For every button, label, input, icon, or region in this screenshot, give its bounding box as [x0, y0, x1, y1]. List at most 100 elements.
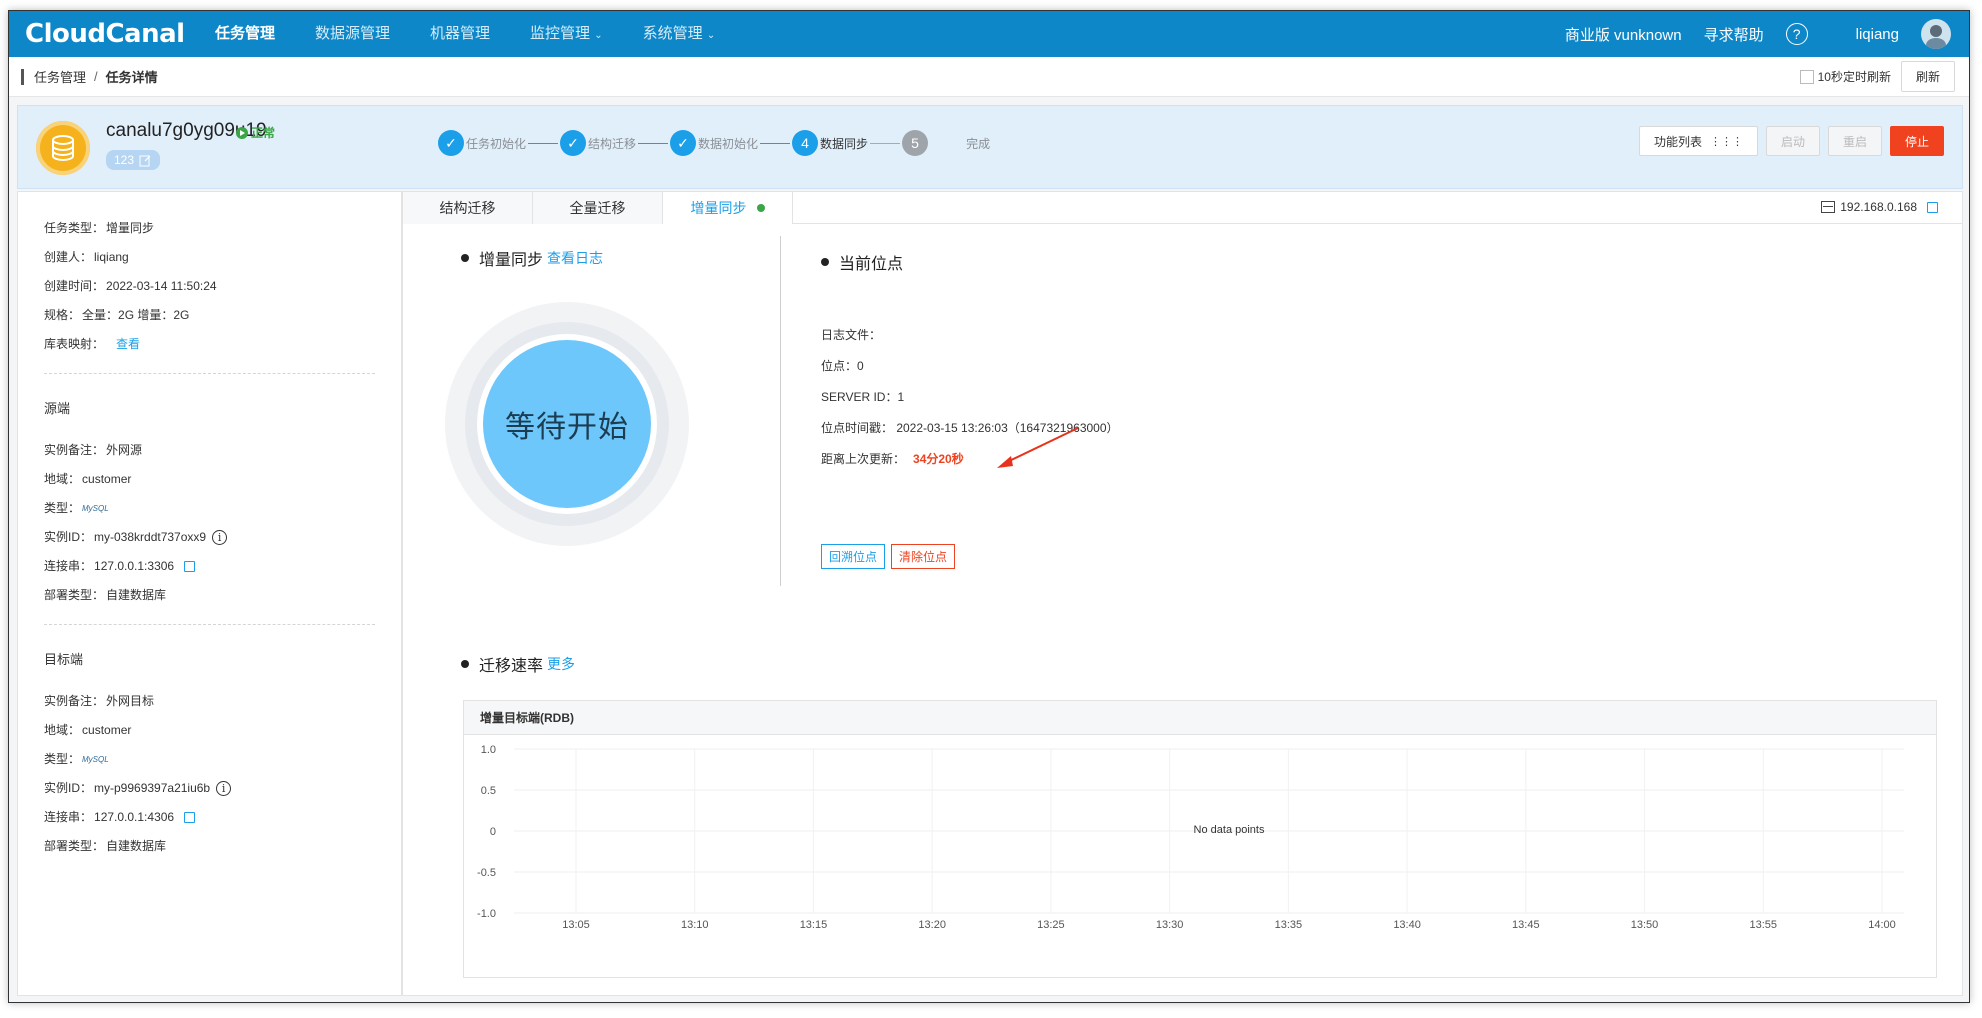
target-section-title: 目标端 [44, 652, 84, 667]
x-tick-label: 13:30 [1156, 919, 1184, 931]
x-tick-label: 13:50 [1631, 919, 1659, 931]
target-remark: 实例备注： 外网目标 [44, 694, 155, 708]
rate-chart: 增量目标端(RDB) 1.0 0.5 0 -0.5 -1.0 13:05 13:10 13:1… [463, 700, 1937, 978]
info-created-time: 创建时间： 2022-03-14 11:50:24 [44, 279, 217, 293]
nav-datasource-management[interactable]: 数据源管理 [295, 11, 410, 57]
info-icon[interactable]: i [216, 781, 232, 796]
copy-icon[interactable] [184, 561, 196, 572]
step-4-number: 4 [792, 130, 819, 156]
breadcrumb-root[interactable]: 任务管理 [34, 67, 86, 86]
info-icon[interactable]: i [212, 530, 228, 545]
play-icon [236, 126, 248, 139]
progress-steps: ✓ 任务初始化 ✓ 结构迁移 ✓ 数据初始化 4 数据同步 5 完成 [438, 130, 990, 156]
step-5-label: 完成 [966, 136, 991, 151]
auto-refresh: 10秒定时刷新 刷新 [1799, 61, 1969, 92]
divider [44, 624, 375, 625]
target-instance-id: 实例ID： my-p9969397a21iu6b i [44, 774, 375, 803]
tab-full-migration[interactable]: 全量迁移 [533, 192, 663, 224]
x-tick-label: 13:55 [1750, 919, 1778, 931]
step-2-check-icon: ✓ [560, 130, 587, 156]
tab-incremental-sync[interactable]: 增量同步 [663, 192, 793, 224]
grid-icon: ⋮⋮⋮ [1709, 135, 1743, 148]
chart-title: 增量目标端(RDB) [464, 701, 1936, 735]
nav-task-management[interactable]: 任务管理 [195, 11, 295, 57]
step-4-label: 数据同步 [820, 136, 869, 151]
stop-button[interactable]: 停止 [1889, 126, 1944, 156]
x-tick-label: 13:15 [800, 919, 828, 931]
info-task-type: 任务类型： 增量同步 [44, 221, 155, 235]
restart-button[interactable]: 重启 [1827, 126, 1882, 156]
x-tick-label: 13:10 [681, 919, 709, 931]
step-5-number: 5 [902, 130, 929, 156]
nav-monitor-management[interactable]: 监控管理 ⌄ [510, 11, 623, 57]
x-tick-label: 13:35 [1275, 919, 1303, 931]
nav-machine-management[interactable]: 机器管理 [410, 11, 510, 57]
x-tick-label: 13:05 [562, 919, 590, 931]
target-type: 类型： MySQL [44, 745, 375, 774]
user-name[interactable]: liqiang [1856, 26, 1899, 43]
task-header: canalu7g0yg09u19 正常 123 ✓ 任务初始化 ✓ 结构迁移 ✓… [17, 105, 1963, 189]
more-link[interactable]: 更多 [547, 654, 575, 674]
y-tick-label: 0.5 [481, 785, 496, 797]
x-tick-label: 13:20 [918, 919, 946, 931]
target-region: 地域： customer [44, 723, 132, 737]
source-instance-id: 实例ID： my-038krddt737oxx9 i [44, 523, 375, 552]
tab-structure-migration[interactable]: 结构迁移 [403, 192, 533, 224]
view-log-link[interactable]: 查看日志 [547, 248, 603, 268]
divider [44, 373, 375, 374]
y-tick-label: -1.0 [477, 908, 496, 920]
breadcrumb-separator: / [94, 69, 98, 84]
logo: CloudCanal [25, 19, 185, 49]
clear-position-button[interactable]: 清除位点 [891, 544, 956, 569]
source-region: 地域： customer [44, 472, 132, 486]
copy-icon[interactable] [1927, 201, 1938, 213]
task-info-panel: 任务类型： 增量同步 创建人： liqiang 创建时间： 2022-03-14 11… [17, 191, 402, 996]
breadcrumb-bar: 任务管理 / 任务详情 10秒定时刷新 刷新 [9, 57, 1969, 97]
status-badge: 正常 [236, 124, 275, 141]
nav-right: 商业版 vunknown 寻求帮助 ? liqiang [1565, 11, 1969, 57]
info-creator: 创建人： liqiang [44, 250, 129, 264]
view-mapping-link[interactable]: 查看 [116, 330, 140, 359]
help-link[interactable]: 寻求帮助 [1704, 24, 1764, 45]
avatar[interactable] [1921, 19, 1951, 49]
help-icon[interactable]: ? [1785, 23, 1808, 45]
section-divider [780, 236, 781, 586]
start-button[interactable]: 启动 [1765, 126, 1820, 156]
nav-system-management[interactable]: 系统管理 ⌄ [623, 11, 736, 57]
status-dot [756, 204, 765, 212]
function-list-button[interactable]: 功能列表 ⋮⋮⋮ [1638, 126, 1758, 156]
step-3-label: 数据初始化 [698, 136, 759, 151]
annotation-arrow-icon [997, 427, 1079, 468]
step-connector [870, 142, 901, 144]
offset: 位点：0 [821, 359, 864, 373]
target-connection: 连接串： 127.0.0.1:4306 [44, 803, 375, 832]
chevron-down-icon: ⌄ [706, 30, 716, 41]
step-connector [638, 142, 669, 144]
info-table-mapping: 库表映射： 查看 [44, 330, 375, 359]
x-tick-label: 13:45 [1512, 919, 1540, 931]
position-actions: 回溯位点 清除位点 [821, 544, 961, 569]
step-1-label: 任务初始化 [466, 136, 527, 151]
source-connection: 连接串： 127.0.0.1:3306 [44, 552, 375, 581]
x-tick-label: 13:40 [1393, 919, 1421, 931]
database-icon [36, 121, 90, 175]
worker-ip: 192.168.0.168 [1821, 200, 1938, 214]
source-type: 类型： MySQL [44, 494, 375, 523]
y-tick-label: -0.5 [477, 867, 496, 879]
detail-tabs: 结构迁移 全量迁移 增量同步 [403, 192, 1962, 224]
edit-icon[interactable] [139, 154, 152, 167]
copy-icon[interactable] [184, 812, 196, 823]
step-connector [760, 142, 791, 144]
x-tick-label: 13:25 [1037, 919, 1065, 931]
chevron-down-icon: ⌄ [594, 30, 603, 41]
refresh-button[interactable]: 刷新 [1900, 61, 1955, 92]
source-section-title: 源端 [44, 401, 71, 416]
rollback-position-button[interactable]: 回溯位点 [821, 544, 886, 569]
auto-refresh-checkbox[interactable] [1799, 69, 1814, 84]
task-tag[interactable]: 123 [106, 150, 161, 170]
edition-label: 商业版 vunknown [1564, 26, 1682, 44]
bullet [821, 258, 829, 266]
app-window: CloudCanal 任务管理 数据源管理 机器管理 监控管理 ⌄ 系统管理 ⌄… [8, 10, 1970, 1003]
source-remark: 实例备注： 外网源 [44, 443, 143, 457]
sync-section-title: 增量同步 查看日志 [461, 246, 603, 270]
